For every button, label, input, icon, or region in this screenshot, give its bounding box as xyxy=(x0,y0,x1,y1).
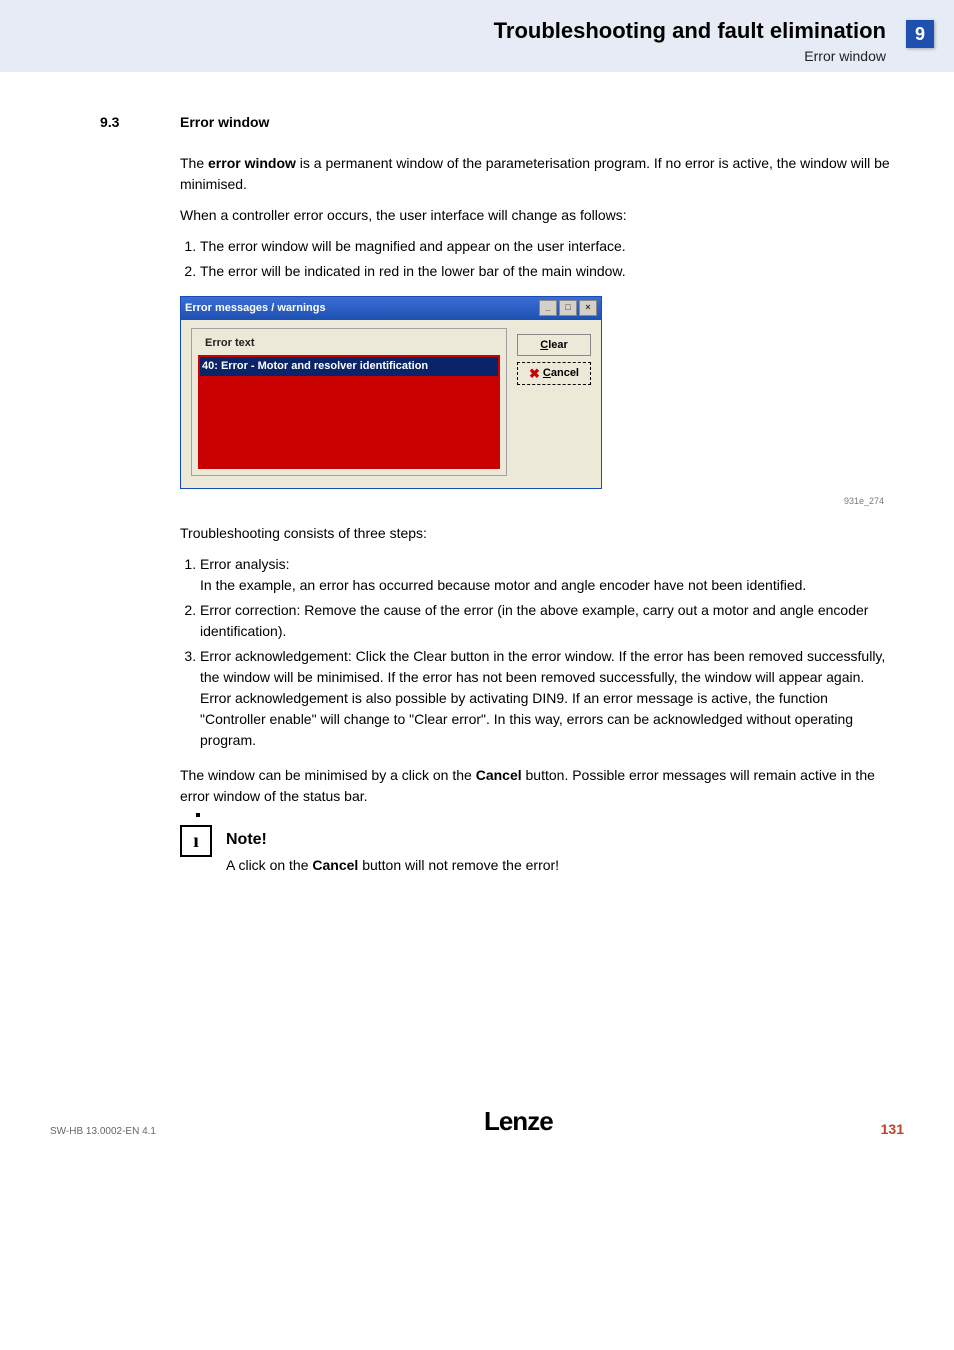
cancel-label: Cancel xyxy=(543,365,579,382)
close-icon: × xyxy=(579,300,597,316)
section-title: Error window xyxy=(180,112,269,133)
minimize-icon: _ xyxy=(539,300,557,316)
error-text-fieldset: Error text 40: Error - Motor and resolve… xyxy=(191,328,507,477)
step-2: Error correction: Remove the cause of th… xyxy=(200,600,894,642)
text: button will not remove the error! xyxy=(358,857,559,873)
info-icon: ı xyxy=(180,825,212,857)
window-control-icons: _ □ × xyxy=(539,300,597,316)
dialog-body: Error text 40: Error - Motor and resolve… xyxy=(181,320,601,489)
lenze-logo: Lenze xyxy=(484,1106,553,1137)
note-body: A click on the Cancel button will not re… xyxy=(226,855,559,876)
text: ancel xyxy=(551,367,579,379)
step-3: Error acknowledgement: Click the Clear b… xyxy=(200,646,894,751)
header-subtitle: Error window xyxy=(494,48,886,64)
step-1: Error analysis: In the example, an error… xyxy=(200,554,894,596)
intro-p1: The error window is a permanent window o… xyxy=(180,153,894,195)
text: The window can be minimised by a click o… xyxy=(180,767,476,783)
figure-caption: 931e_274 xyxy=(180,495,884,509)
error-entry: 40: Error - Motor and resolver identific… xyxy=(200,357,498,376)
fieldset-legend: Error text xyxy=(202,335,258,352)
text: lear xyxy=(548,339,568,351)
page-number: 131 xyxy=(881,1121,904,1137)
section-heading: 9.3 Error window xyxy=(100,112,894,133)
bold-term: Cancel xyxy=(476,767,522,783)
clear-button: Clear xyxy=(517,334,591,357)
section-number: 9.3 xyxy=(100,112,140,133)
text: A click on the xyxy=(226,857,312,873)
bold-term: Cancel xyxy=(312,857,358,873)
step-title: Error analysis: xyxy=(200,556,289,572)
dialog-button-column: Clear ✖ Cancel xyxy=(517,328,591,477)
step-body: In the example, an error has occurred be… xyxy=(200,577,806,593)
note-block: ı Note! A click on the Cancel button wil… xyxy=(180,825,894,876)
dialog-title: Error messages / warnings xyxy=(185,300,326,317)
troubleshooting-steps: Error analysis: In the example, an error… xyxy=(180,554,894,751)
maximize-icon: □ xyxy=(559,300,577,316)
page-footer: SW-HB 13.0002-EN 4.1 Lenze 131 xyxy=(0,1106,954,1167)
error-list: 40: Error - Motor and resolver identific… xyxy=(198,355,500,469)
cancel-button: ✖ Cancel xyxy=(517,362,591,385)
troubleshooting-intro: Troubleshooting consists of three steps: xyxy=(180,523,894,544)
header-text-block: Troubleshooting and fault elimination Er… xyxy=(494,18,906,64)
footer-doc-id: SW-HB 13.0002-EN 4.1 xyxy=(50,1126,156,1137)
error-dialog-screenshot: Error messages / warnings _ □ × Error te… xyxy=(180,296,602,489)
note-title: Note! xyxy=(226,828,559,852)
underline: C xyxy=(540,339,548,351)
intro-list: The error window will be magnified and a… xyxy=(180,236,894,282)
intro-li2: The error will be indicated in red in th… xyxy=(200,261,894,282)
underline: C xyxy=(543,367,551,379)
header-title: Troubleshooting and fault elimination xyxy=(494,18,886,44)
content-area: 9.3 Error window The error window is a p… xyxy=(0,72,954,876)
intro-li1: The error window will be magnified and a… xyxy=(200,236,894,257)
intro-p2: When a controller error occurs, the user… xyxy=(180,205,894,226)
dialog-titlebar: Error messages / warnings _ □ × xyxy=(181,297,601,320)
bold-term: error window xyxy=(208,155,296,171)
note-text: Note! A click on the Cancel button will … xyxy=(226,825,559,876)
text: The xyxy=(180,155,208,171)
x-icon: ✖ xyxy=(529,368,540,379)
closing-p: The window can be minimised by a click o… xyxy=(180,765,894,807)
chapter-number-box: 9 xyxy=(906,20,934,48)
page-header: Troubleshooting and fault elimination Er… xyxy=(0,0,954,72)
body-block: The error window is a permanent window o… xyxy=(180,153,894,807)
